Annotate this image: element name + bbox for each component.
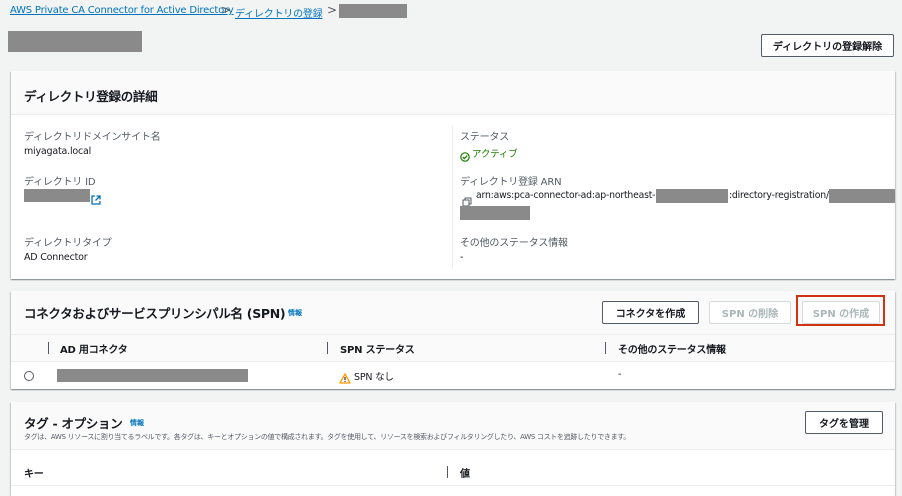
tags-panel: タグ - オプション 情報 タグは、AWS リソースに割り当てるラベルです。各タ…: [11, 402, 895, 496]
create-spn-button[interactable]: SPN の作成: [802, 301, 880, 324]
directory-id-label: ディレクトリ ID: [24, 177, 96, 188]
arn-account-redacted: [656, 189, 728, 203]
col-header-key[interactable]: キー: [24, 465, 44, 480]
directory-type-label: ディレクトリタイプ: [24, 238, 112, 249]
connectors-info-link[interactable]: 情報: [288, 308, 302, 318]
table-header: [11, 335, 895, 362]
connector-id-redacted: [57, 369, 248, 382]
column-separator: [605, 342, 606, 354]
arn-id-redacted-continued: [460, 206, 530, 220]
table-header: [11, 458, 895, 486]
other-status-value: -: [460, 252, 464, 263]
table-row: SPN なし -: [11, 362, 895, 388]
deregister-directory-button[interactable]: ディレクトリの登録解除: [761, 34, 894, 57]
create-connector-button[interactable]: コネクタを作成: [602, 301, 699, 324]
arn-label: ディレクトリ登録 ARN: [460, 177, 562, 188]
external-link-icon[interactable]: [91, 190, 101, 209]
status-value: アクティブ: [472, 149, 518, 160]
tags-info-link[interactable]: 情報: [130, 418, 144, 428]
connectors-title: コネクタおよびサービスプリンシパル名 (SPN): [24, 306, 286, 321]
success-check-icon: [460, 147, 470, 166]
spn-status-value: SPN なし: [354, 372, 394, 383]
row-radio-button[interactable]: [24, 371, 34, 381]
col-header-other-status[interactable]: その他のステータス情報: [618, 341, 726, 356]
domain-value: miyagata.local: [24, 146, 92, 157]
column-separator: [327, 342, 328, 354]
col-header-value[interactable]: 値: [460, 465, 470, 480]
arn-middle: :directory-registration/: [729, 190, 829, 201]
connectors-panel: コネクタおよびサービスプリンシパル名 (SPN) 情報 コネクタを作成 SPN …: [11, 291, 895, 389]
arn-id-redacted: [829, 189, 895, 203]
tags-title: タグ - オプション: [24, 416, 123, 431]
page-title-redacted: [8, 31, 142, 52]
directory-details-panel: ディレクトリ登録の詳細 ディレクトリドメインサイト名 miyagata.loca…: [11, 71, 895, 279]
warning-icon: [339, 369, 351, 388]
column-separator: [48, 342, 49, 354]
domain-label: ディレクトリドメインサイト名: [24, 132, 161, 143]
delete-spn-button[interactable]: SPN の削除: [709, 301, 791, 324]
directory-type-value: AD Connector: [24, 252, 88, 263]
breadcrumb-separator: >: [221, 3, 232, 17]
manage-tags-button[interactable]: タグを管理: [805, 411, 883, 434]
details-title: ディレクトリ登録の詳細: [24, 89, 158, 104]
breadcrumb-current-redacted: [339, 4, 407, 18]
col-header-connector[interactable]: AD 用コネクタ: [60, 341, 128, 356]
breadcrumb-separator: >: [327, 3, 338, 17]
tags-description: タグは、AWS リソースに割り当てるラベルです。各タグは、キーとオプションの値で…: [24, 433, 631, 441]
arn-prefix: arn:aws:pca-connector-ad:ap-northeast-1: [476, 190, 662, 201]
directory-id-redacted: [24, 189, 90, 202]
breadcrumb-link-connector[interactable]: AWS Private CA Connector for Active Dire…: [10, 5, 234, 16]
breadcrumb-link-registration[interactable]: ディレクトリの登録: [235, 5, 323, 20]
other-status-value: -: [618, 369, 622, 380]
column-divider: [452, 126, 453, 269]
col-header-spn-status[interactable]: SPN ステータス: [340, 341, 415, 356]
column-separator: [447, 466, 448, 478]
status-label: ステータス: [460, 132, 509, 143]
other-status-label: その他のステータス情報: [460, 238, 568, 249]
